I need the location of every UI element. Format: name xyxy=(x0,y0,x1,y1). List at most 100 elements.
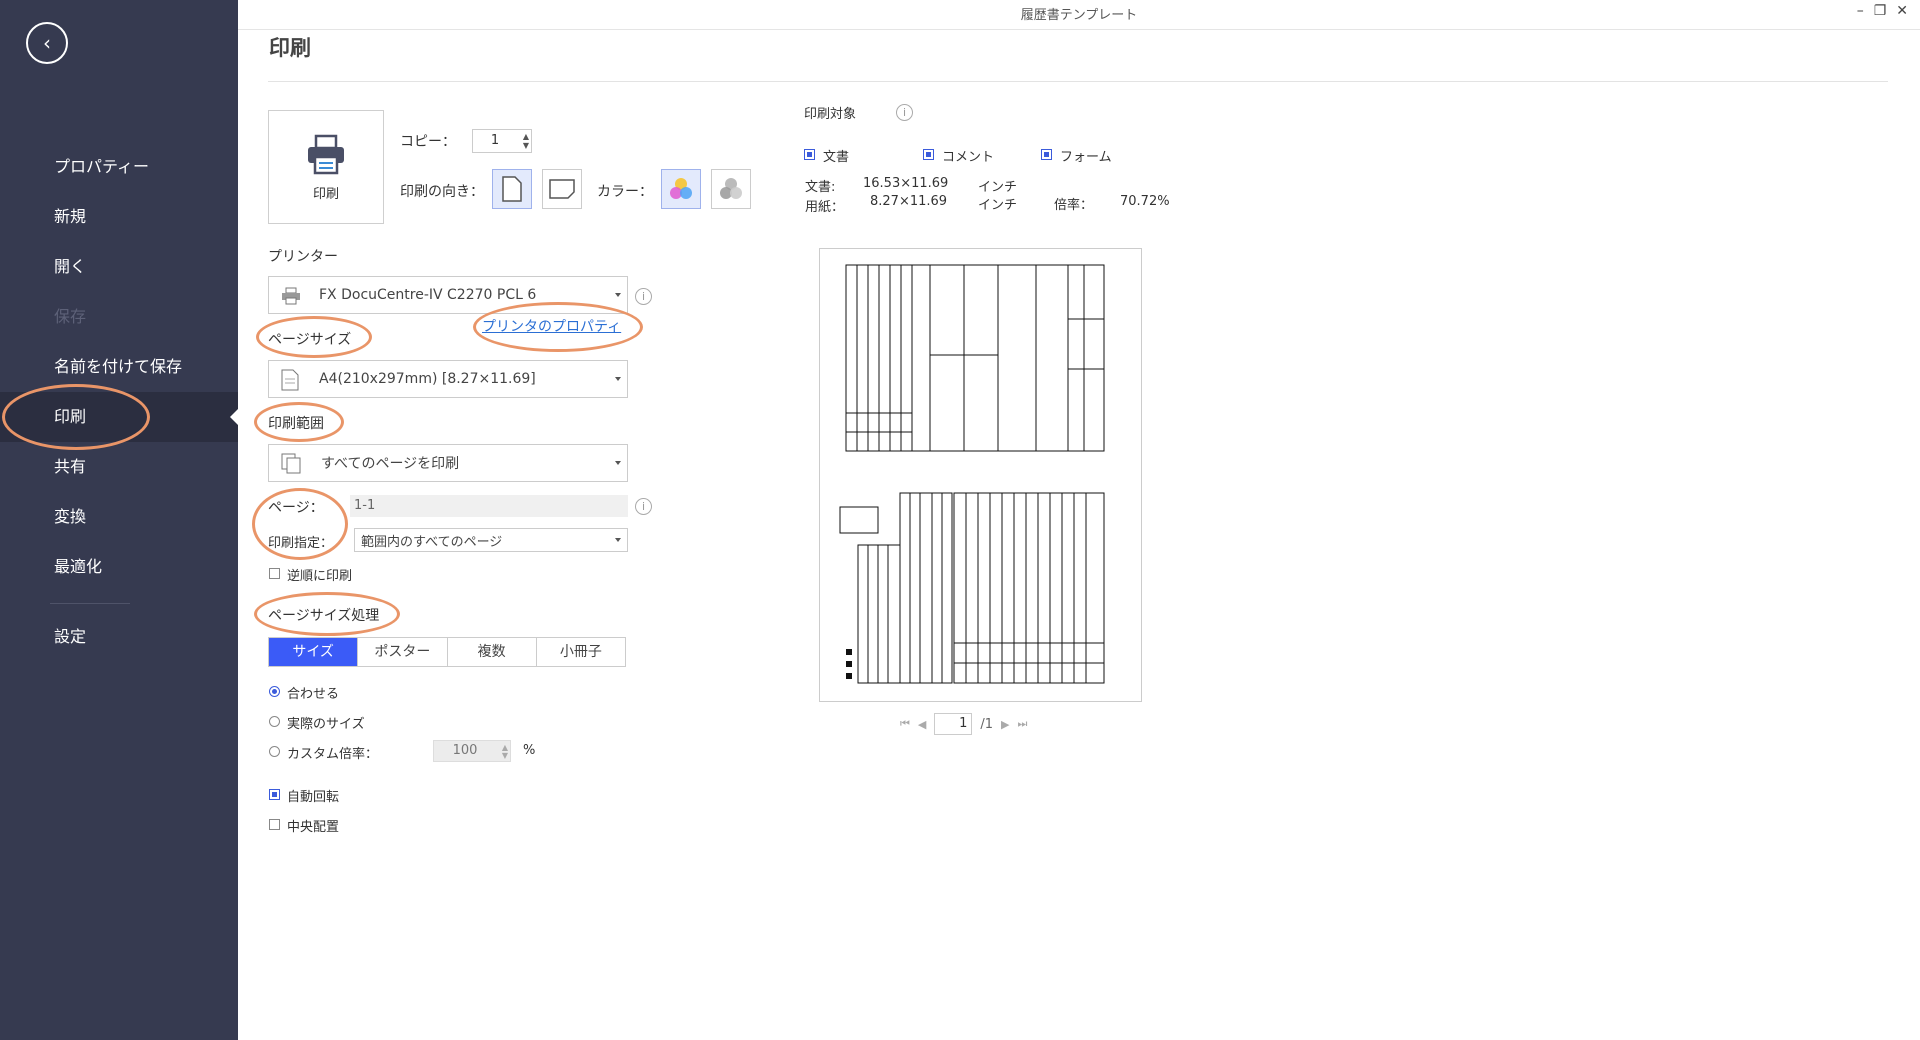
page-title: 印刷 xyxy=(269,36,311,60)
page-icon xyxy=(281,369,299,395)
custom-scale-stepper[interactable]: 100 ▲ ▼ xyxy=(433,740,511,762)
print-range-select[interactable]: すべてのページを印刷 xyxy=(268,444,628,482)
print-preview xyxy=(819,248,1142,702)
chevron-down-icon xyxy=(615,377,621,381)
stepper-down-icon[interactable]: ▼ xyxy=(502,751,508,760)
last-page-icon[interactable]: ⏭ xyxy=(1018,717,1028,731)
actual-size-label: 実際のサイズ xyxy=(287,717,365,732)
sidebar-item-open[interactable]: 開く xyxy=(0,242,238,292)
page-handling-tabs: サイズ ポスター 複数 小冊子 xyxy=(268,637,626,667)
doc-size-unit: インチ xyxy=(978,180,1018,195)
title-bar: 履歴書テンプレート – ❐ ✕ xyxy=(238,0,1920,30)
first-page-icon[interactable]: ⏮ xyxy=(900,717,910,731)
center-label: 中央配置 xyxy=(287,820,340,835)
chevron-down-icon xyxy=(615,461,621,465)
custom-scale-label: カスタム倍率： xyxy=(287,747,379,762)
reverse-order-checkbox[interactable] xyxy=(269,568,280,579)
sidebar-item-properties[interactable]: プロパティー xyxy=(0,142,238,192)
grayscale-mode-button[interactable] xyxy=(711,169,751,209)
close-icon[interactable]: ✕ xyxy=(1896,3,1908,19)
info-icon[interactable]: i xyxy=(635,498,652,515)
page-total: /1 xyxy=(980,716,994,732)
sidebar-divider xyxy=(50,603,130,604)
custom-scale-value: 100 xyxy=(452,743,478,758)
sidebar-item-settings[interactable]: 設定 xyxy=(0,612,238,662)
preview-pager: ⏮ ◀ 1 /1 ▶ ⏭ xyxy=(900,713,1027,735)
document-label: 文書 xyxy=(823,150,850,165)
chevron-down-icon xyxy=(615,538,621,542)
printer-icon xyxy=(308,134,344,174)
chevron-down-icon xyxy=(615,293,621,297)
print-range-value: すべてのページを印刷 xyxy=(321,456,460,472)
minimize-icon[interactable]: – xyxy=(1857,3,1864,19)
form-label: フォーム xyxy=(1060,150,1112,165)
divider xyxy=(268,81,1888,82)
preview-page-image xyxy=(839,264,1105,684)
custom-scale-radio[interactable] xyxy=(269,746,280,757)
auto-rotate-checkbox[interactable] xyxy=(269,789,280,800)
pages-icon xyxy=(281,453,303,479)
subset-label: 印刷指定： xyxy=(268,536,334,551)
reverse-order-label: 逆順に印刷 xyxy=(287,569,353,584)
printer-select[interactable]: FX DocuCentre-IV C2270 PCL 6 xyxy=(268,276,628,314)
printer-value: FX DocuCentre-IV C2270 PCL 6 xyxy=(319,287,537,303)
scale-value: 70.72% xyxy=(1120,194,1170,209)
sidebar-item-save[interactable]: 保存 xyxy=(0,292,238,342)
doc-size-value: 16.53×11.69 xyxy=(863,176,949,191)
tab-size[interactable]: サイズ xyxy=(269,638,359,666)
next-page-icon[interactable]: ▶ xyxy=(1001,718,1009,731)
printer-small-icon xyxy=(281,287,301,309)
tab-poster[interactable]: ポスター xyxy=(358,638,448,666)
window-controls: – ❐ ✕ xyxy=(1857,3,1908,19)
document-checkbox[interactable] xyxy=(804,149,815,160)
portrait-icon xyxy=(502,176,522,202)
grayscale-icon xyxy=(720,178,742,199)
pages-input[interactable]: 1-1 xyxy=(350,495,628,517)
stepper-down-icon[interactable]: ▼ xyxy=(523,141,529,150)
fit-radio[interactable] xyxy=(269,686,280,697)
portrait-button[interactable] xyxy=(492,169,532,209)
chevron-left-icon: ‹ xyxy=(43,31,51,55)
printer-label: プリンター xyxy=(268,249,338,265)
sidebar-item-new[interactable]: 新規 xyxy=(0,192,238,242)
form-checkbox[interactable] xyxy=(1041,149,1052,160)
comment-label: コメント xyxy=(942,150,995,165)
center-checkbox[interactable] xyxy=(269,819,280,830)
prev-page-icon[interactable]: ◀ xyxy=(918,718,926,731)
print-range-label: 印刷範囲 xyxy=(268,416,324,432)
printer-properties-link[interactable]: プリンタのプロパティ xyxy=(482,316,621,336)
actual-size-radio[interactable] xyxy=(269,716,280,727)
fit-label: 合わせる xyxy=(287,687,340,702)
page-handling-label: ページサイズ処理 xyxy=(268,608,380,624)
print-button-label: 印刷 xyxy=(312,186,339,202)
paper-size-unit: インチ xyxy=(978,198,1018,213)
sidebar-item-share[interactable]: 共有 xyxy=(0,442,238,492)
sidebar-item-save-as[interactable]: 名前を付けて保存 xyxy=(0,342,238,392)
print-target-label: 印刷対象 xyxy=(804,107,857,122)
info-icon[interactable]: i xyxy=(896,104,913,121)
stepper-up-icon[interactable]: ▲ xyxy=(523,132,529,141)
sidebar-item-print[interactable]: 印刷 xyxy=(0,392,238,442)
comment-checkbox[interactable] xyxy=(923,149,934,160)
info-icon[interactable]: i xyxy=(635,288,652,305)
sidebar-item-optimize[interactable]: 最適化 xyxy=(0,542,238,592)
print-button[interactable]: 印刷 xyxy=(268,110,384,224)
window-title: 履歴書テンプレート xyxy=(1020,8,1138,23)
page-size-select[interactable]: A4(210x297mm) [8.27×11.69] xyxy=(268,360,628,398)
color-label: カラー： xyxy=(597,184,653,200)
tab-booklet[interactable]: 小冊子 xyxy=(536,638,625,666)
copies-stepper[interactable]: 1 ▲ ▼ xyxy=(472,129,532,153)
tab-multiple[interactable]: 複数 xyxy=(447,638,537,666)
auto-rotate-label: 自動回転 xyxy=(287,790,340,805)
restore-icon[interactable]: ❐ xyxy=(1874,3,1887,19)
sidebar-item-convert[interactable]: 変換 xyxy=(0,492,238,542)
paper-size-label: 用紙： xyxy=(805,200,845,215)
subset-select[interactable]: 範囲内のすべてのページ xyxy=(354,528,628,552)
landscape-icon xyxy=(549,179,575,199)
landscape-button[interactable] xyxy=(542,169,582,209)
page-number-input[interactable]: 1 xyxy=(934,713,973,735)
custom-scale-unit: % xyxy=(523,743,536,758)
color-mode-button[interactable] xyxy=(661,169,701,209)
pages-label: ページ： xyxy=(268,500,324,516)
back-button[interactable]: ‹ xyxy=(26,22,68,64)
